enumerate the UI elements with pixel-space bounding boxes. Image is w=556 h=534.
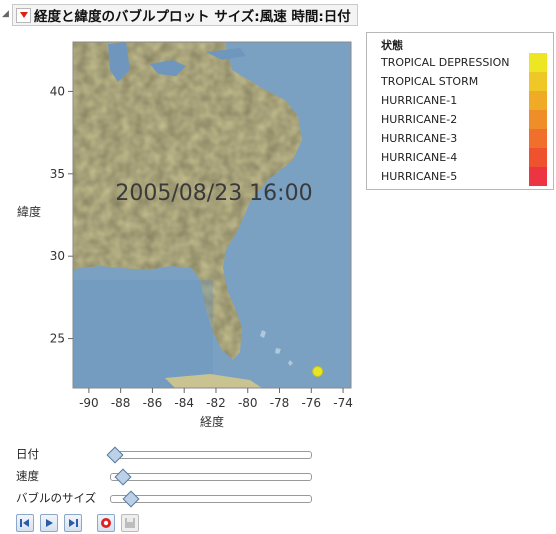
- legend-item[interactable]: HURRICANE-5: [381, 167, 547, 186]
- legend-swatch: [529, 167, 547, 186]
- map-background: [73, 42, 351, 388]
- x-axis-title: 経度: [200, 414, 224, 429]
- x-tick-label: -84: [174, 396, 194, 410]
- report-title: 経度と緯度のバブルプロット サイズ:風速 時間:日付: [34, 9, 351, 25]
- outline-title-bar: 経度と緯度のバブルプロット サイズ:風速 時間:日付: [12, 4, 358, 26]
- speed-slider-thumb[interactable]: [114, 468, 132, 486]
- x-tick-label: -86: [143, 396, 163, 410]
- legend-swatch: [529, 53, 547, 72]
- step-forward-button[interactable]: [64, 514, 82, 532]
- time-label: 2005/08/23 16:00: [115, 181, 312, 206]
- legend-swatch: [529, 110, 547, 129]
- x-tick-label: -74: [333, 396, 353, 410]
- bubble-layer: [312, 366, 324, 378]
- legend-item[interactable]: TROPICAL STORM: [381, 72, 547, 91]
- legend-item-label: HURRICANE-3: [381, 132, 458, 145]
- x-tick-label: -88: [111, 396, 131, 410]
- speed-slider-label: 速度: [16, 469, 39, 483]
- x-tick-label: -76: [301, 396, 321, 410]
- legend-swatch: [529, 72, 547, 91]
- y-tick-label: 40: [50, 84, 65, 98]
- x-tick-label: -90: [79, 396, 99, 410]
- legend-item[interactable]: HURRICANE-1: [381, 91, 547, 110]
- date-slider-label: 日付: [16, 447, 39, 461]
- step-back-icon: [20, 519, 29, 527]
- hurricane-bubble[interactable]: [312, 366, 324, 378]
- legend-item-label: TROPICAL STORM: [381, 75, 479, 88]
- legend-swatch: [529, 148, 547, 167]
- x-tick-label: -80: [238, 396, 258, 410]
- date-slider[interactable]: [106, 446, 312, 464]
- outline-collapse-icon[interactable]: ◢: [2, 8, 12, 20]
- legend-item[interactable]: HURRICANE-2: [381, 110, 547, 129]
- legend-item-label: TROPICAL DEPRESSION: [381, 56, 510, 69]
- legend-item-label: HURRICANE-4: [381, 151, 458, 164]
- bubble-plot: -90 -88 -86 -84 -82 -80 -78 -76 -74 25 30 35 40 200…: [17, 41, 353, 429]
- legend-title: 状態: [381, 39, 403, 52]
- bubble-size-slider-label: バブルのサイズ: [16, 491, 97, 505]
- legend: 状態 TROPICAL DEPRESSION TROPICAL STORM HU…: [366, 32, 554, 190]
- y-tick-label: 35: [50, 167, 65, 181]
- x-tick-label: -78: [270, 396, 290, 410]
- legend-item-label: HURRICANE-1: [381, 94, 458, 107]
- record-icon: [101, 518, 111, 528]
- y-axis-title: 緯度: [17, 204, 41, 219]
- y-axis: 25 30 35 40: [50, 84, 73, 346]
- save-icon: [125, 518, 135, 528]
- legend-item[interactable]: HURRICANE-3: [381, 129, 547, 148]
- step-back-button[interactable]: [16, 514, 34, 532]
- legend-swatch: [529, 129, 547, 148]
- legend-item-label: HURRICANE-5: [381, 170, 458, 183]
- play-button[interactable]: [40, 514, 58, 532]
- save-button: [121, 514, 139, 532]
- red-triangle-menu-icon[interactable]: [16, 7, 31, 23]
- speed-slider[interactable]: [110, 468, 312, 486]
- x-axis: -90 -88 -86 -84 -82 -80 -78 -76 -74: [79, 388, 353, 410]
- legend-item-label: HURRICANE-2: [381, 113, 458, 126]
- play-icon: [46, 519, 53, 527]
- legend-item[interactable]: TROPICAL DEPRESSION: [381, 53, 547, 72]
- y-tick-label: 30: [50, 249, 65, 263]
- legend-item[interactable]: HURRICANE-4: [381, 148, 547, 167]
- record-button[interactable]: [97, 514, 115, 532]
- bubble-size-slider[interactable]: [110, 490, 312, 508]
- x-tick-label: -82: [206, 396, 226, 410]
- legend-swatch: [529, 91, 547, 110]
- step-forward-icon: [69, 519, 78, 527]
- date-slider-thumb[interactable]: [106, 446, 124, 464]
- y-tick-label: 25: [50, 332, 65, 346]
- bubble-size-slider-thumb[interactable]: [122, 490, 140, 508]
